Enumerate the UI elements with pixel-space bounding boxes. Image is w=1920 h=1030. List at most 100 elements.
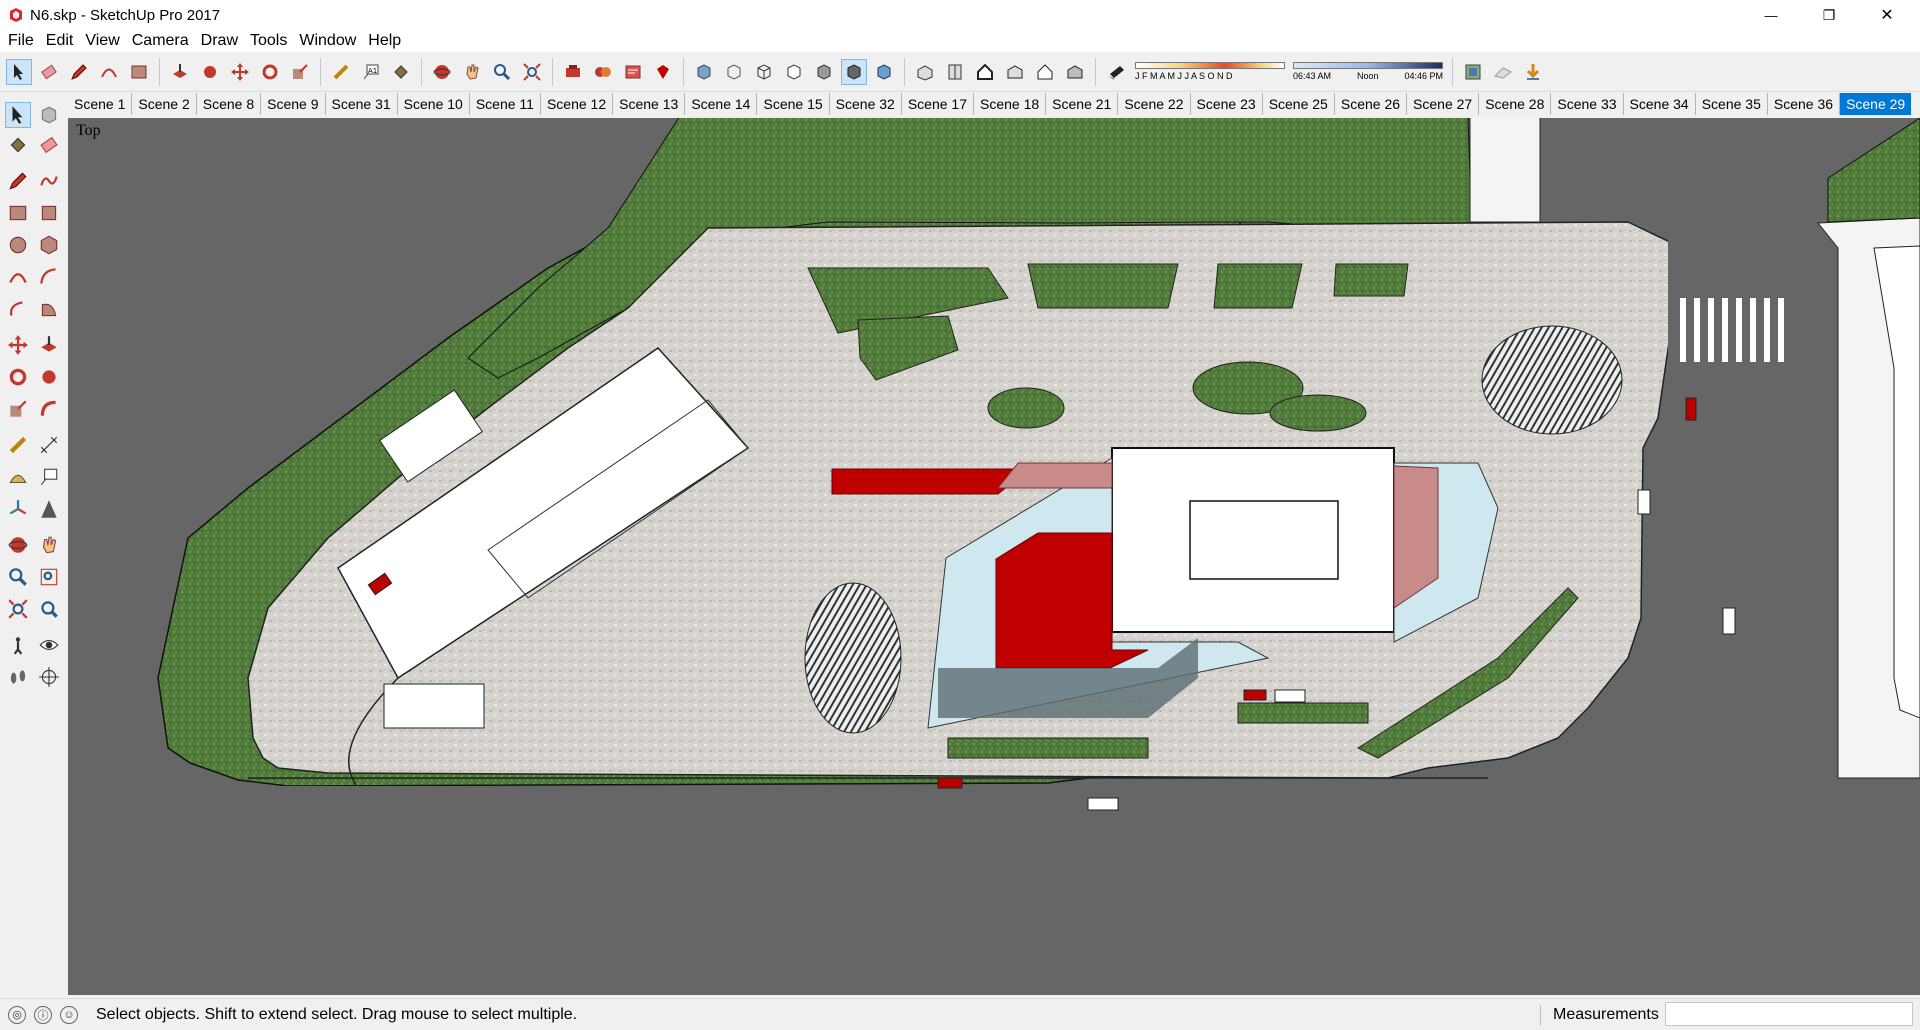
tab-scene-12[interactable]: Scene 12 — [541, 93, 614, 115]
zoom-extents-tool[interactable] — [5, 596, 31, 622]
tab-scene-11[interactable]: Scene 11 — [470, 93, 541, 115]
move-button[interactable] — [227, 59, 253, 85]
rectangle-tool[interactable] — [5, 200, 31, 226]
tab-scene-31[interactable]: Scene 31 — [326, 93, 398, 115]
layout-button[interactable] — [620, 59, 646, 85]
rotated-rectangle-tool[interactable] — [36, 200, 62, 226]
three-point-arc-tool[interactable] — [5, 296, 31, 322]
photo-textures-button[interactable] — [1520, 59, 1546, 85]
menu-tools[interactable]: Tools — [244, 30, 293, 52]
tab-scene-26[interactable]: Scene 26 — [1335, 93, 1408, 115]
arc-button[interactable] — [96, 59, 122, 85]
tab-scene-15[interactable]: Scene 15 — [757, 93, 830, 115]
section-plane-tool[interactable] — [36, 664, 62, 690]
geo-location-status-icon[interactable]: ◎ — [8, 1005, 26, 1024]
menu-file[interactable]: File — [2, 30, 40, 52]
scale-tool[interactable] — [5, 396, 31, 422]
tab-scene-22[interactable]: Scene 22 — [1118, 93, 1191, 115]
tape-measure-tool[interactable] — [5, 432, 31, 458]
circle-tool[interactable] — [5, 232, 31, 258]
shaded-button[interactable] — [811, 59, 837, 85]
tab-scene-8[interactable]: Scene 8 — [197, 93, 262, 115]
paint-bucket-tool[interactable] — [5, 132, 31, 158]
tab-scene-17[interactable]: Scene 17 — [902, 93, 974, 115]
walk-tool[interactable] — [5, 664, 31, 690]
3d-text-tool[interactable] — [36, 496, 62, 522]
left-view-button[interactable] — [1062, 59, 1088, 85]
zoom-tool[interactable] — [5, 564, 31, 590]
tab-scene-14[interactable]: Scene 14 — [685, 93, 758, 115]
extension-warehouse-button[interactable] — [590, 59, 616, 85]
eraser-tool[interactable] — [36, 132, 62, 158]
tab-scene-9[interactable]: Scene 9 — [261, 93, 326, 115]
tab-scene-25[interactable]: Scene 25 — [1263, 93, 1335, 115]
orbit-tool[interactable] — [5, 532, 31, 558]
zoom-window-tool[interactable] — [36, 564, 62, 590]
tab-scene-28[interactable]: Scene 28 — [1479, 93, 1552, 115]
offset-tool[interactable] — [36, 396, 62, 422]
select-tool[interactable] — [5, 102, 31, 128]
previous-view-tool[interactable] — [36, 596, 62, 622]
follow-me-tool[interactable] — [36, 364, 62, 390]
right-view-button[interactable] — [1002, 59, 1028, 85]
minimize-button[interactable]: — — [1742, 0, 1800, 30]
pencil-button[interactable] — [66, 59, 92, 85]
look-around-tool[interactable] — [36, 632, 62, 658]
user-account-icon[interactable]: ☺ — [60, 1005, 78, 1024]
add-location-button[interactable] — [1460, 59, 1486, 85]
tab-scene-18[interactable]: Scene 18 — [974, 93, 1047, 115]
select-tool-button[interactable] — [6, 58, 32, 85]
hidden-line-button[interactable] — [781, 59, 807, 85]
menu-edit[interactable]: Edit — [40, 30, 80, 52]
back-edges-button[interactable] — [721, 59, 747, 85]
scale-button[interactable] — [287, 59, 313, 85]
shadow-date-slider[interactable]: J F M A M J J A S O N D — [1135, 62, 1285, 81]
monochrome-button[interactable] — [871, 59, 897, 85]
warehouse-button[interactable] — [560, 59, 586, 85]
tab-scene-21[interactable]: Scene 21 — [1046, 93, 1119, 115]
move-tool[interactable] — [5, 332, 31, 358]
orbit-button[interactable] — [429, 59, 455, 85]
top-view-button[interactable] — [942, 59, 968, 85]
tab-scene-10[interactable]: Scene 10 — [398, 93, 470, 115]
credits-info-icon[interactable]: ⓘ — [34, 1005, 52, 1024]
eraser-button[interactable] — [36, 59, 62, 85]
tab-scene-29[interactable]: Scene 29 — [1840, 93, 1912, 115]
polygon-tool[interactable] — [36, 232, 62, 258]
shaded-textures-button[interactable] — [841, 58, 867, 85]
line-tool[interactable] — [5, 168, 31, 194]
freehand-tool[interactable] — [36, 168, 62, 194]
ruby-console-button[interactable] — [650, 59, 676, 85]
paint-bucket-button[interactable] — [388, 59, 414, 85]
menu-draw[interactable]: Draw — [195, 30, 244, 52]
menu-help[interactable]: Help — [362, 30, 407, 52]
xray-style-button[interactable] — [691, 59, 717, 85]
tab-scene-2[interactable]: Scene 2 — [132, 93, 197, 115]
model-viewport[interactable]: Top — [68, 118, 1920, 995]
wireframe-button[interactable] — [751, 59, 777, 85]
arc-tool[interactable] — [5, 264, 31, 290]
axes-tool[interactable] — [5, 496, 31, 522]
toggle-terrain-button[interactable] — [1490, 59, 1516, 85]
tab-scene-13[interactable]: Scene 13 — [613, 93, 686, 115]
push-pull-tool[interactable] — [36, 332, 62, 358]
text-button[interactable]: A1 — [358, 59, 384, 85]
pie-tool[interactable] — [36, 296, 62, 322]
iso-view-button[interactable] — [912, 59, 938, 85]
tab-scene-32[interactable]: Scene 32 — [830, 93, 902, 115]
tab-scene-1[interactable]: Scene 1 — [68, 93, 133, 115]
push-pull-button[interactable] — [167, 59, 193, 85]
pan-tool[interactable] — [36, 532, 62, 558]
tape-measure-button[interactable] — [328, 59, 354, 85]
menu-window[interactable]: Window — [293, 30, 362, 52]
tab-scene-23[interactable]: Scene 23 — [1191, 93, 1263, 115]
tab-scene-27[interactable]: Scene 27 — [1407, 93, 1480, 115]
shadows-toggle-button[interactable] — [1103, 59, 1129, 85]
close-button[interactable]: ✕ — [1858, 0, 1916, 30]
tab-scene-34[interactable]: Scene 34 — [1624, 93, 1696, 115]
shadow-time-slider[interactable]: 06:43 AM Noon 04:46 PM — [1293, 62, 1443, 81]
front-view-button[interactable] — [972, 59, 998, 85]
tab-scene-36[interactable]: Scene 36 — [1768, 93, 1841, 115]
pan-button[interactable] — [459, 59, 485, 85]
tab-scene-35[interactable]: Scene 35 — [1696, 93, 1768, 115]
